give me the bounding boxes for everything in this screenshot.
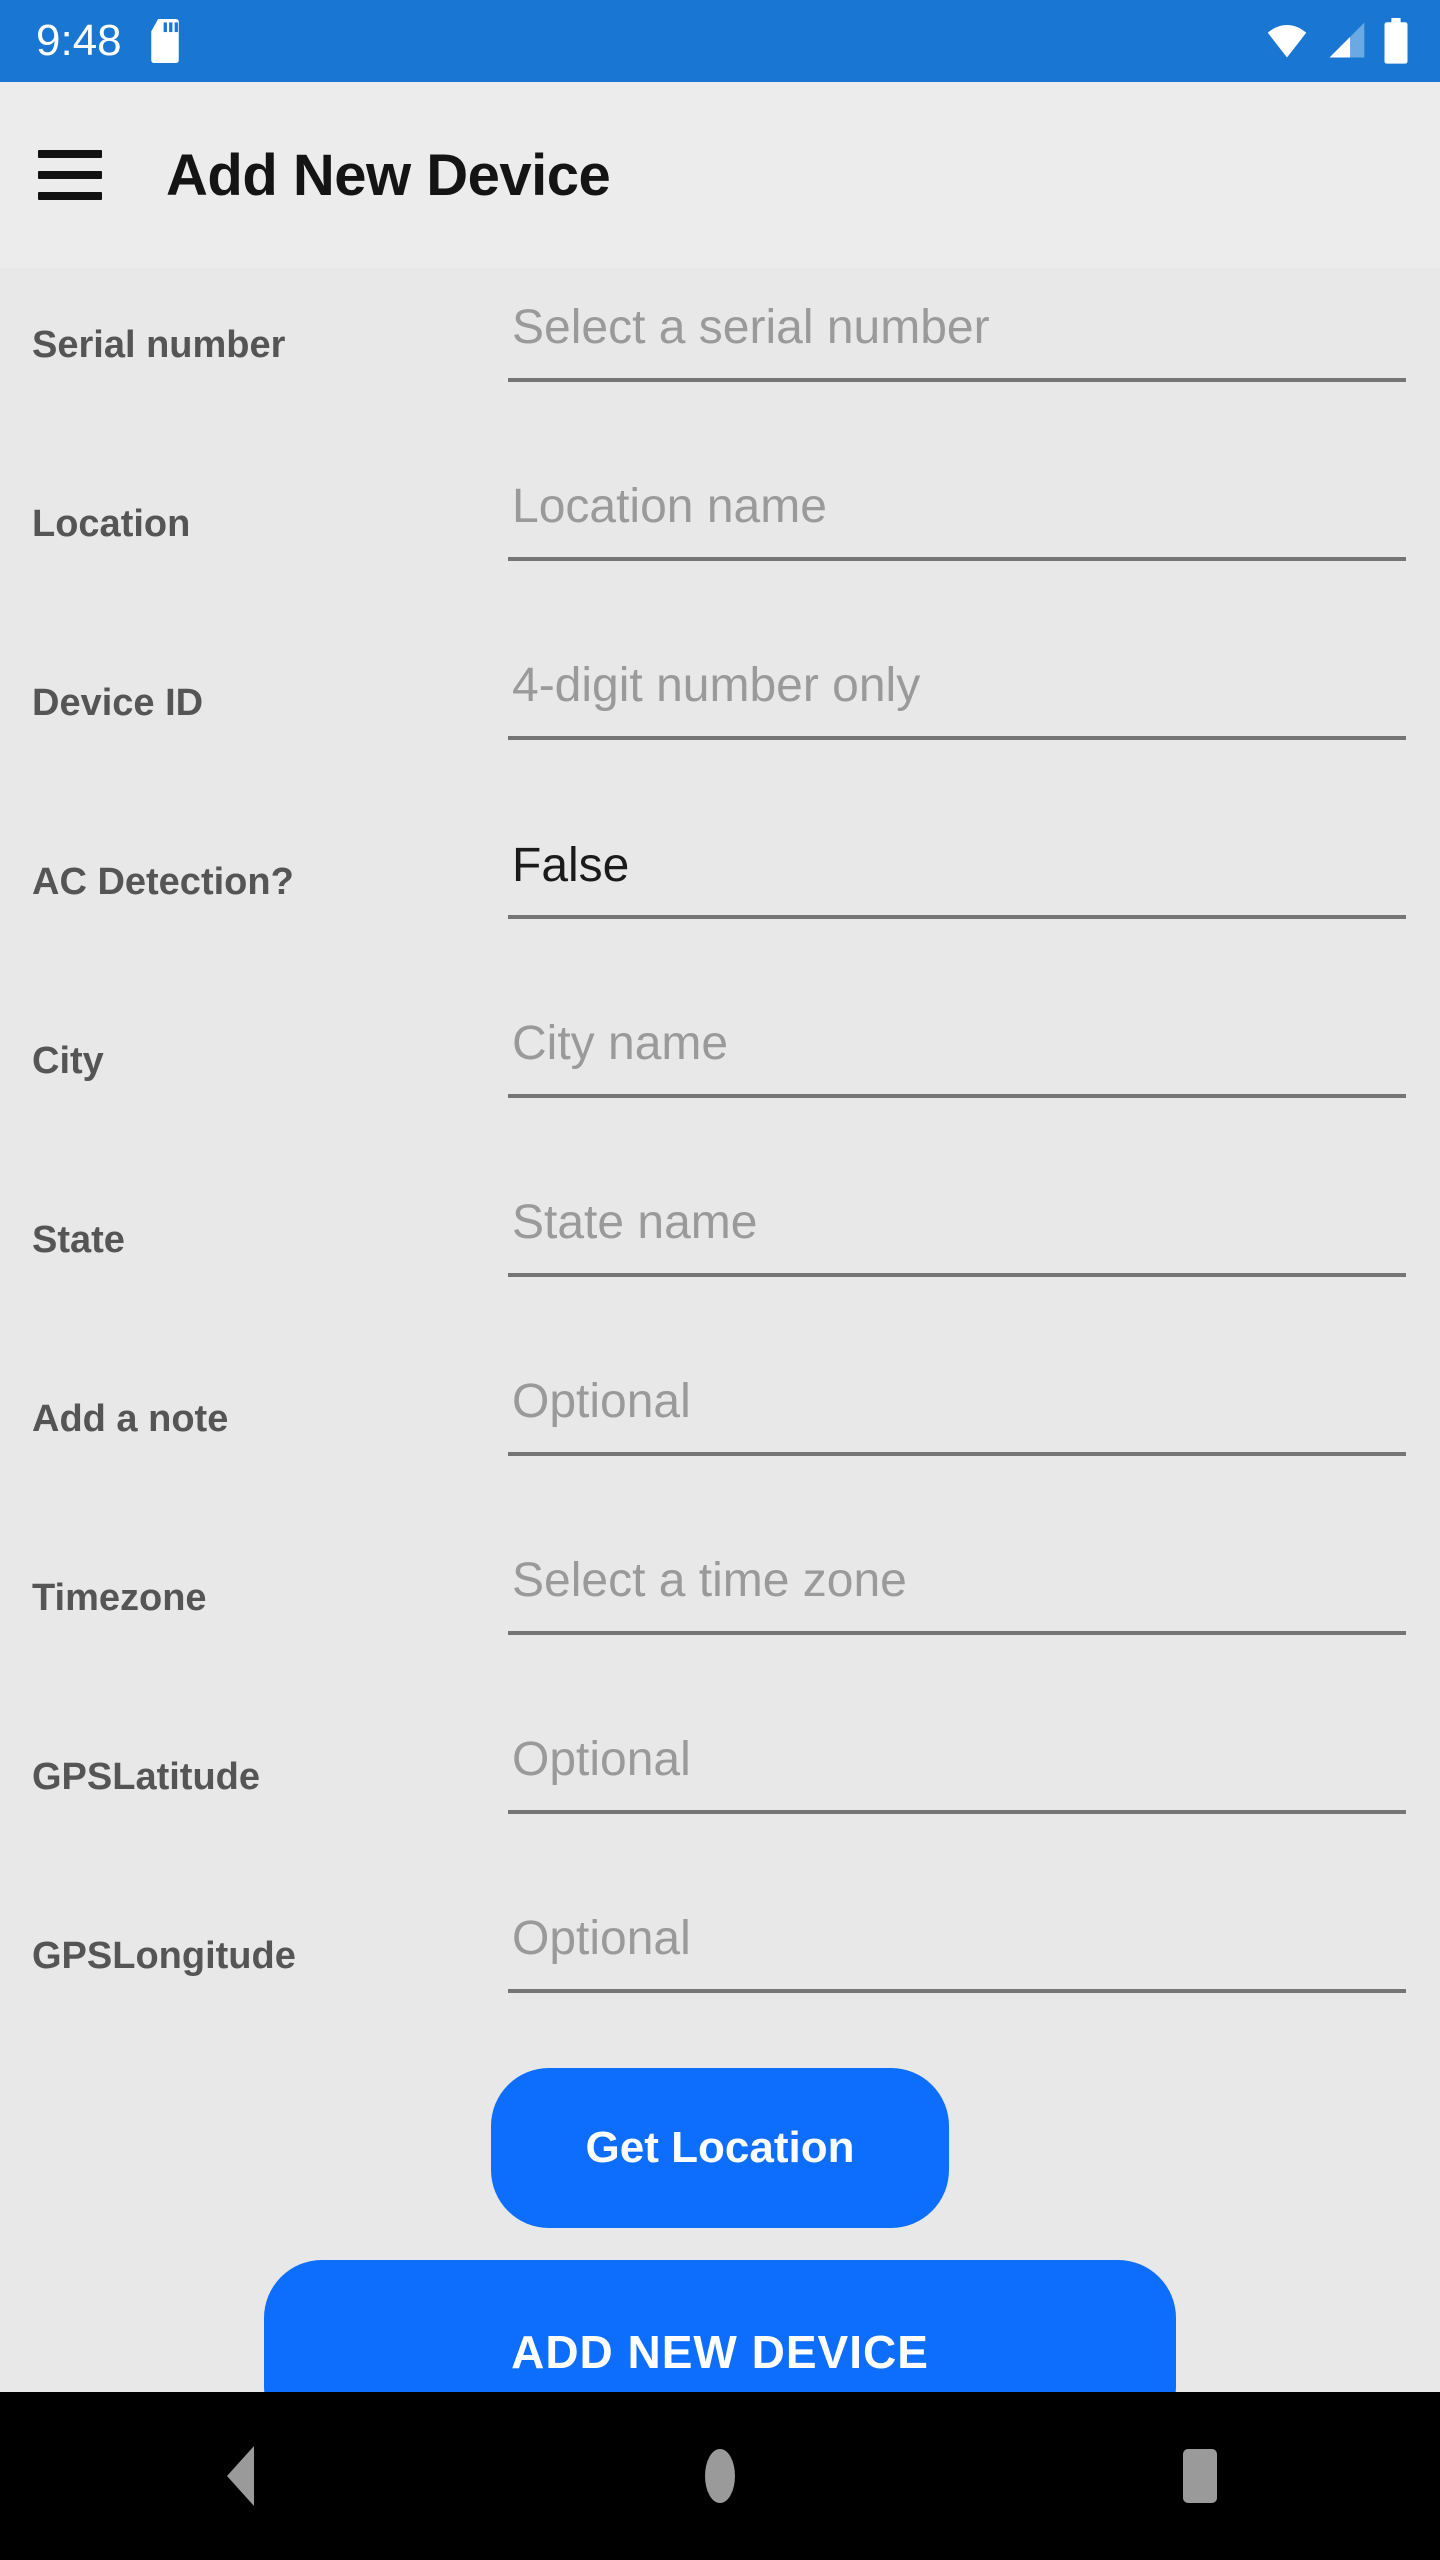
field-wrap-state xyxy=(508,1189,1406,1277)
status-bar-right xyxy=(1264,18,1410,64)
form-row-gps-longitude: GPSLongitude xyxy=(0,1879,1440,2058)
add-device-form: Serial number Location Device ID AC Dete… xyxy=(0,268,1440,2392)
field-wrap-ac-detection: False xyxy=(508,831,1406,919)
serial-number-input[interactable] xyxy=(508,294,1406,382)
menu-bar-3 xyxy=(38,192,102,200)
gps-longitude-input[interactable] xyxy=(508,1905,1406,1993)
timezone-input[interactable] xyxy=(508,1547,1406,1635)
label-gps-latitude: GPSLatitude xyxy=(32,1756,261,1798)
form-row-device-id: Device ID xyxy=(0,626,1440,805)
status-bar-left: 9:48 xyxy=(36,19,182,63)
submit-row: ADD NEW DEVICE xyxy=(0,2260,1440,2392)
add-new-device-button[interactable]: ADD NEW DEVICE xyxy=(264,2260,1176,2392)
sd-card-icon xyxy=(148,19,182,63)
nav-back-button[interactable] xyxy=(160,2392,320,2560)
nav-recents-button[interactable] xyxy=(1120,2392,1280,2560)
label-ac-detection: AC Detection? xyxy=(32,861,294,903)
field-wrap-gps-longitude xyxy=(508,1905,1406,1993)
nav-home-button[interactable] xyxy=(640,2392,800,2560)
status-bar: 9:48 xyxy=(0,0,1440,82)
app-bar: Add New Device xyxy=(0,82,1440,268)
form-row-serial-number: Serial number xyxy=(0,268,1440,447)
form-row-add-a-note: Add a note xyxy=(0,1342,1440,1521)
form-row-gps-latitude: GPSLatitude xyxy=(0,1700,1440,1879)
device-id-input[interactable] xyxy=(508,652,1406,740)
city-input[interactable] xyxy=(508,1010,1406,1098)
location-input[interactable] xyxy=(508,473,1406,561)
state-input[interactable] xyxy=(508,1189,1406,1277)
menu-bar-1 xyxy=(38,150,102,158)
home-icon xyxy=(705,2449,735,2503)
field-wrap-device-id xyxy=(508,652,1406,740)
label-gps-longitude: GPSLongitude xyxy=(32,1935,296,1977)
label-state: State xyxy=(32,1219,125,1261)
form-row-state: State xyxy=(0,1163,1440,1342)
field-wrap-location xyxy=(508,473,1406,561)
menu-bar-2 xyxy=(38,171,102,179)
field-wrap-gps-latitude xyxy=(508,1726,1406,1814)
cellular-signal-icon xyxy=(1324,19,1368,63)
form-row-location: Location xyxy=(0,447,1440,626)
field-wrap-add-a-note xyxy=(508,1368,1406,1456)
system-navigation-bar xyxy=(0,2392,1440,2560)
form-row-ac-detection: AC Detection? False xyxy=(0,805,1440,984)
gps-latitude-input[interactable] xyxy=(508,1726,1406,1814)
get-location-row: Get Location xyxy=(0,2068,1440,2228)
back-icon xyxy=(226,2446,254,2506)
field-wrap-timezone xyxy=(508,1547,1406,1635)
label-city: City xyxy=(32,1040,104,1082)
battery-icon xyxy=(1382,18,1410,64)
get-location-button[interactable]: Get Location xyxy=(491,2068,949,2228)
ac-detection-select[interactable]: False xyxy=(508,831,1406,919)
label-device-id: Device ID xyxy=(32,682,204,724)
form-row-timezone: Timezone xyxy=(0,1521,1440,1700)
hamburger-menu-icon[interactable] xyxy=(22,127,118,223)
phone-screen: 9:48 Add New Device Serial number Select… xyxy=(0,0,1440,2560)
label-location: Location xyxy=(32,503,191,545)
label-serial-number: Serial number xyxy=(32,324,286,366)
label-add-a-note: Add a note xyxy=(32,1398,229,1440)
field-wrap-city xyxy=(508,1010,1406,1098)
field-wrap-serial-number xyxy=(508,294,1406,382)
label-timezone: Timezone xyxy=(32,1577,207,1619)
page-title: Add New Device xyxy=(166,142,611,208)
wifi-icon xyxy=(1264,19,1310,63)
note-input[interactable] xyxy=(508,1368,1406,1456)
recents-icon xyxy=(1183,2449,1217,2503)
form-row-city: City xyxy=(0,984,1440,1163)
status-bar-clock: 9:48 xyxy=(36,16,122,65)
